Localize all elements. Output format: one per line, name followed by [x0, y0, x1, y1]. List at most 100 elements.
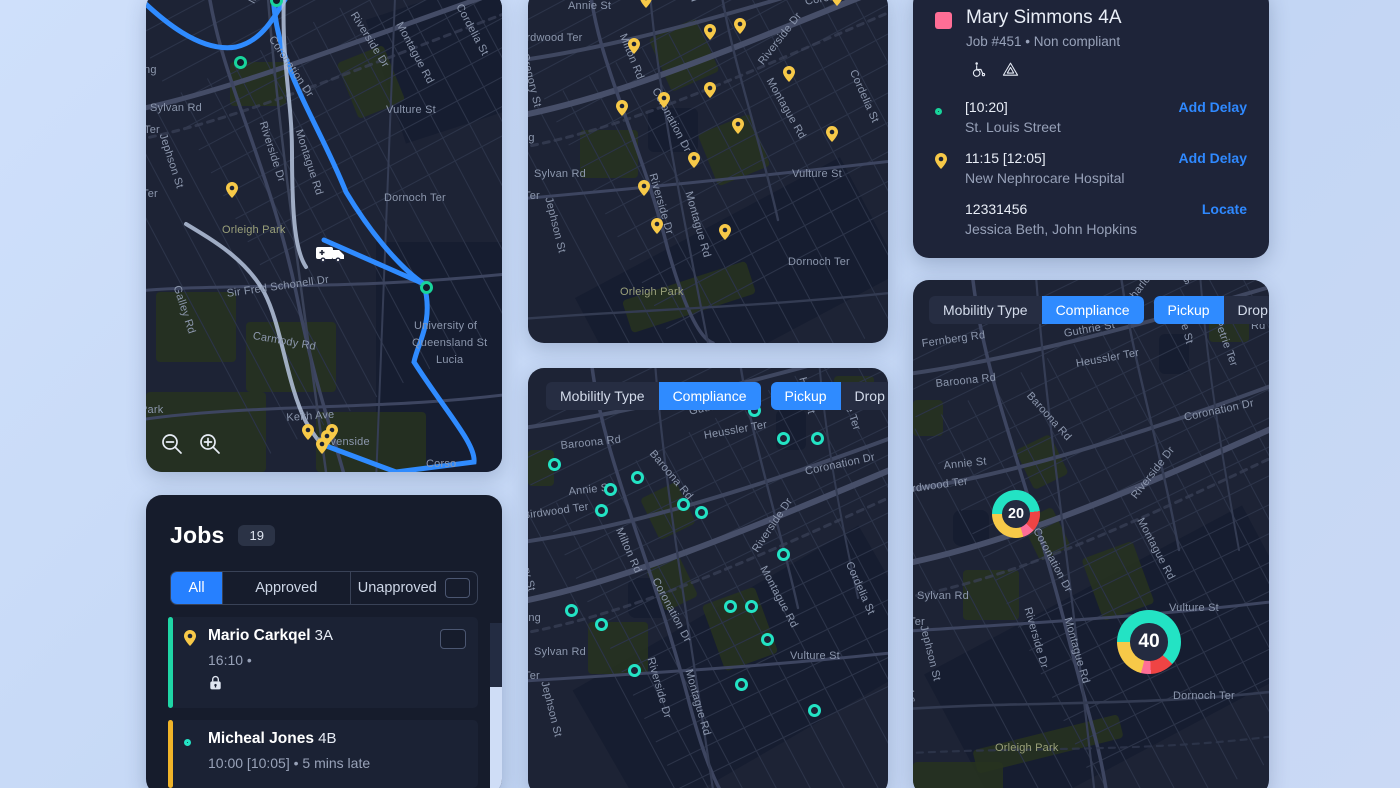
job-stop-action-locate[interactable]: Locate: [1202, 201, 1247, 217]
map-pin-icon[interactable]: [826, 126, 838, 142]
job-row-name: Micheal Jones 4B: [208, 730, 337, 747]
map-pin-icon[interactable]: [616, 100, 628, 116]
map-circle-marker[interactable]: [808, 704, 821, 717]
job-list-row[interactable]: Micheal Jones 4B 10:00 [10:05] • 5 mins l…: [168, 720, 478, 788]
filter-tab-pickup[interactable]: Pickup: [1153, 296, 1224, 324]
map-circle-marker[interactable]: [677, 498, 690, 511]
job-stop-time: 12331456: [965, 201, 1028, 217]
map-circle-marker[interactable]: [761, 633, 774, 646]
job-card-header: Mary Simmons 4A Job #451 • Non compliant: [913, 0, 1269, 49]
map-label: Vulture St: [792, 168, 842, 180]
map-label: Orleigh Park: [222, 224, 286, 236]
map-pin-icon[interactable]: [321, 430, 333, 446]
app-root: Milton RdRiverside DrMontague RdCordelia…: [0, 0, 1400, 788]
map-circle-marker[interactable]: [777, 432, 790, 445]
map-label: Ter: [146, 188, 158, 200]
filter-group-stop[interactable]: PickupDrop Off: [770, 382, 888, 410]
circles-map[interactable]: Fernberg RdGuthrie StHale StPetrie TerRo…: [528, 368, 888, 788]
map-pin-icon[interactable]: [734, 18, 746, 34]
job-card-name: Mary Simmons 4A: [966, 6, 1122, 29]
map-circle-marker[interactable]: [695, 506, 708, 519]
filter-tab-drop-off[interactable]: Drop Off: [1223, 296, 1269, 324]
cluster-marker[interactable]: 40: [1117, 610, 1181, 674]
job-stop-action-add-delay[interactable]: Add Delay: [1179, 99, 1247, 115]
hazard-icon: [1002, 61, 1019, 83]
filter-tab-mobilitly-type[interactable]: Mobilitly Type: [929, 296, 1042, 324]
zoom-out-icon[interactable]: [160, 432, 184, 456]
map-pin-icon[interactable]: [226, 182, 238, 198]
job-row-time: 10:00 [10:05] • 5 mins late: [208, 755, 371, 771]
map-pin-icon[interactable]: [640, 0, 652, 8]
clusters-map[interactable]: Fernberg Rd Guthrie St Hale St Petrie Ter Rd…: [913, 280, 1269, 788]
route-map[interactable]: Milton RdRiverside DrMontague RdCordelia…: [146, 0, 502, 472]
jobs-filter-tabs[interactable]: All Approved Unapproved: [170, 571, 478, 605]
map-filter-bar-right[interactable]: Mobilitly TypeCompliance PickupDrop Off: [929, 296, 1269, 324]
pins-map[interactable]: Annie Stardwood TerMilton RdCoronation D…: [528, 0, 888, 343]
map-pin-icon[interactable]: [732, 118, 744, 134]
filter-tab-drop-off[interactable]: Drop Off: [840, 382, 888, 410]
map-circle-marker[interactable]: [777, 548, 790, 561]
map-zoom-controls[interactable]: [160, 432, 222, 456]
jobs-count-badge: 19: [238, 525, 275, 546]
map-pin-icon[interactable]: [302, 424, 314, 440]
map-label: Orleigh Park: [995, 742, 1059, 754]
jobs-scrollbar[interactable]: [490, 623, 502, 788]
map-pin-icon[interactable]: [783, 66, 795, 82]
map-circle-marker[interactable]: [595, 504, 608, 517]
job-list-row[interactable]: Mario Carkqel 3A 16:10 •: [168, 617, 478, 708]
map-circle-marker[interactable]: [548, 458, 561, 471]
circle-icon: [184, 730, 202, 776]
map-filter-bar-middle[interactable]: Mobilitly TypeCompliance PickupDrop Off: [546, 382, 888, 410]
map-pin-icon[interactable]: [638, 180, 650, 196]
map-label: Park: [146, 404, 164, 416]
filter-group-stop[interactable]: PickupDrop Off: [1153, 296, 1269, 324]
job-stop-time: 11:15 [12:05]: [965, 150, 1046, 166]
route-waypoint-marker[interactable]: [420, 281, 433, 294]
job-card-subtitle: Job #451 • Non compliant: [966, 34, 1121, 49]
filter-tab-mobilitly-type[interactable]: Mobilitly Type: [546, 382, 659, 410]
map-circle-marker[interactable]: [811, 432, 824, 445]
map-label: ardwood Ter: [528, 32, 583, 44]
map-pin-icon[interactable]: [658, 92, 670, 108]
map-circle-marker[interactable]: [565, 604, 578, 617]
map-circle-marker[interactable]: [745, 600, 758, 613]
map-label: Sylvan Rd: [150, 102, 202, 114]
map-pin-icon[interactable]: [704, 82, 716, 98]
map-pin-icon[interactable]: [688, 152, 700, 168]
map-pin-icon[interactable]: [628, 38, 640, 54]
cluster-marker[interactable]: 20: [992, 490, 1040, 538]
job-row-checkbox[interactable]: [440, 629, 466, 649]
map-pin-icon[interactable]: [704, 24, 716, 40]
filter-tab-pickup[interactable]: Pickup: [770, 382, 841, 410]
job-stop-time: [10:20]: [965, 99, 1008, 115]
map-label: ardwood: [146, 0, 184, 2]
status-color-swatch: [935, 12, 952, 29]
job-stop-place: St. Louis Street: [965, 119, 1061, 135]
job-stop-action-add-delay[interactable]: Add Delay: [1179, 150, 1247, 166]
map-label: Annie St: [568, 0, 612, 12]
map-circle-marker[interactable]: [604, 483, 617, 496]
map-pin-icon[interactable]: [719, 224, 731, 240]
filter-tab-compliance[interactable]: Compliance: [1041, 296, 1144, 324]
map-circle-marker[interactable]: [631, 471, 644, 484]
map-circle-marker[interactable]: [595, 618, 608, 631]
map-circle-marker[interactable]: [735, 678, 748, 691]
page-title: Jobs: [170, 522, 225, 548]
map-circle-marker[interactable]: [628, 664, 641, 677]
jobs-tab-unapproved[interactable]: Unapproved: [351, 572, 478, 604]
job-row-time: 16:10 •: [208, 652, 252, 668]
job-stop-row: 11:15 [12:05] New Nephrocare Hospital Add …: [935, 150, 1247, 186]
jobs-tab-all[interactable]: All: [171, 572, 223, 604]
job-row-suffix: 4B: [313, 730, 337, 747]
map-circle-marker[interactable]: [724, 600, 737, 613]
map-pin-icon[interactable]: [651, 218, 663, 234]
filter-group-type[interactable]: Mobilitly Type Compliance: [929, 296, 1144, 324]
filter-group-type[interactable]: Mobilitly Type Compliance: [546, 382, 761, 410]
route-waypoint-marker[interactable]: [234, 56, 247, 69]
zoom-in-icon[interactable]: [198, 432, 222, 456]
unapproved-checkbox[interactable]: [444, 578, 470, 598]
jobs-tab-approved[interactable]: Approved: [223, 572, 351, 604]
filter-tab-compliance[interactable]: Compliance: [658, 382, 761, 410]
pin-icon: [184, 627, 202, 696]
map-pin-icon[interactable]: [831, 0, 843, 6]
